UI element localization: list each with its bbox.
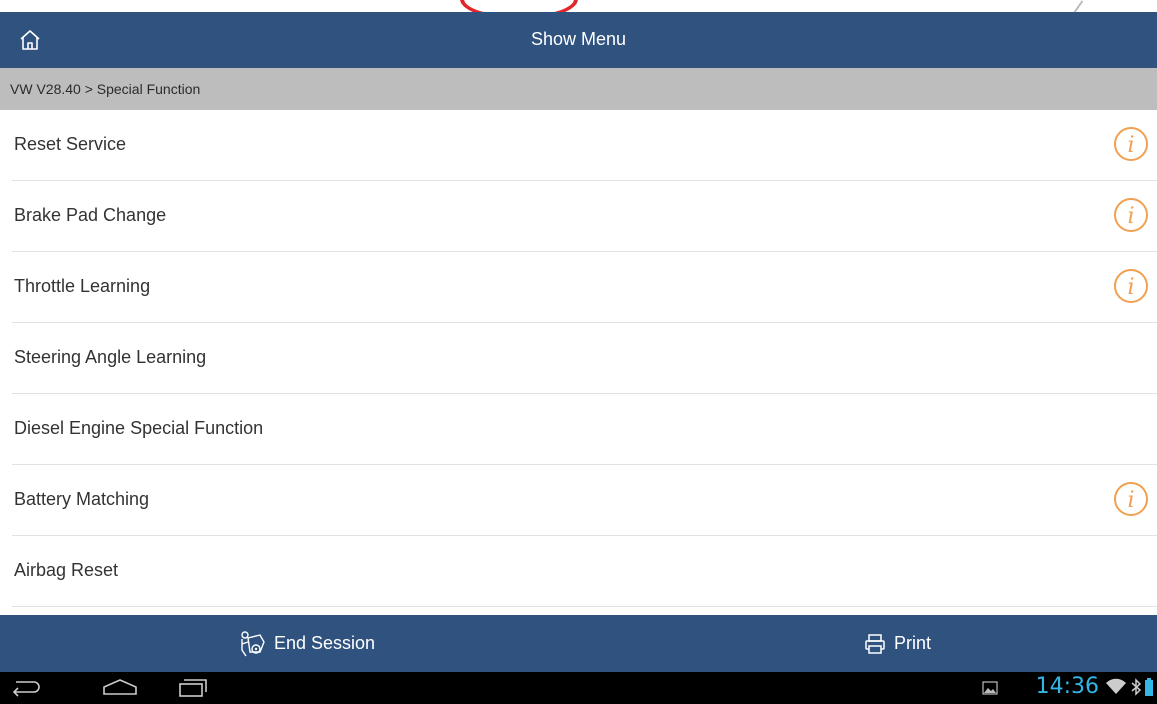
menu-item-brake-pad-change[interactable]: Brake Pad Change i bbox=[12, 181, 1157, 252]
bluetooth-icon bbox=[1131, 678, 1142, 696]
menu-item-label: Throttle Learning bbox=[14, 276, 151, 296]
menu-item-diesel-engine-special-function[interactable]: Diesel Engine Special Function bbox=[12, 394, 1157, 465]
breadcrumb: VW V28.40 > Special Function bbox=[0, 68, 1157, 110]
menu-item-label: Reset Service bbox=[14, 134, 127, 154]
info-icon[interactable]: i bbox=[1113, 481, 1149, 517]
android-navigation-bar: 14:36 bbox=[0, 672, 1157, 704]
wifi-icon bbox=[1106, 678, 1126, 694]
info-icon[interactable]: i bbox=[1113, 197, 1149, 233]
svg-text:i: i bbox=[1127, 488, 1134, 513]
menu-item-label: Airbag Reset bbox=[14, 560, 119, 580]
menu-item-battery-matching[interactable]: Battery Matching i bbox=[12, 465, 1157, 536]
svg-text:i: i bbox=[1127, 275, 1134, 300]
menu-item-reset-service[interactable]: Reset Service i bbox=[12, 110, 1157, 181]
info-icon[interactable]: i bbox=[1113, 268, 1149, 304]
print-label: Print bbox=[894, 633, 932, 653]
end-session-label: End Session bbox=[274, 633, 376, 653]
end-session-button[interactable]: End Session bbox=[238, 615, 375, 672]
special-function-menu: Reset Service i Brake Pad Change i Throt… bbox=[0, 110, 1157, 607]
menu-item-label: Diesel Engine Special Function bbox=[14, 418, 264, 438]
menu-item-steering-angle-learning[interactable]: Steering Angle Learning bbox=[12, 323, 1157, 394]
svg-text:i: i bbox=[1127, 133, 1134, 158]
menu-item-label: Brake Pad Change bbox=[14, 205, 167, 225]
battery-icon bbox=[1145, 678, 1153, 696]
print-button[interactable]: Print bbox=[864, 615, 931, 672]
title-bar: Show Menu bbox=[0, 12, 1157, 68]
menu-item-label: Steering Angle Learning bbox=[14, 347, 207, 367]
recents-icon[interactable] bbox=[176, 678, 208, 698]
gallery-notification-icon bbox=[982, 681, 998, 695]
mechanic-icon bbox=[241, 630, 265, 656]
menu-item-throttle-learning[interactable]: Throttle Learning i bbox=[12, 252, 1157, 323]
menu-item-label: Battery Matching bbox=[14, 489, 150, 509]
home-nav-icon[interactable] bbox=[100, 678, 140, 698]
red-annotation-mark bbox=[460, 0, 578, 12]
svg-text:i: i bbox=[1127, 204, 1134, 229]
page-title: Show Menu bbox=[530, 29, 627, 49]
gray-annotation-mark bbox=[1056, 0, 1084, 12]
back-icon[interactable] bbox=[8, 678, 42, 698]
printer-icon bbox=[865, 633, 885, 654]
menu-item-airbag-reset[interactable]: Airbag Reset bbox=[12, 536, 1157, 607]
info-icon[interactable]: i bbox=[1113, 126, 1149, 162]
system-clock: 14:36 bbox=[1035, 674, 1099, 699]
bottom-action-bar: End Session Print bbox=[0, 615, 1157, 672]
background-page-strip bbox=[0, 0, 1157, 12]
